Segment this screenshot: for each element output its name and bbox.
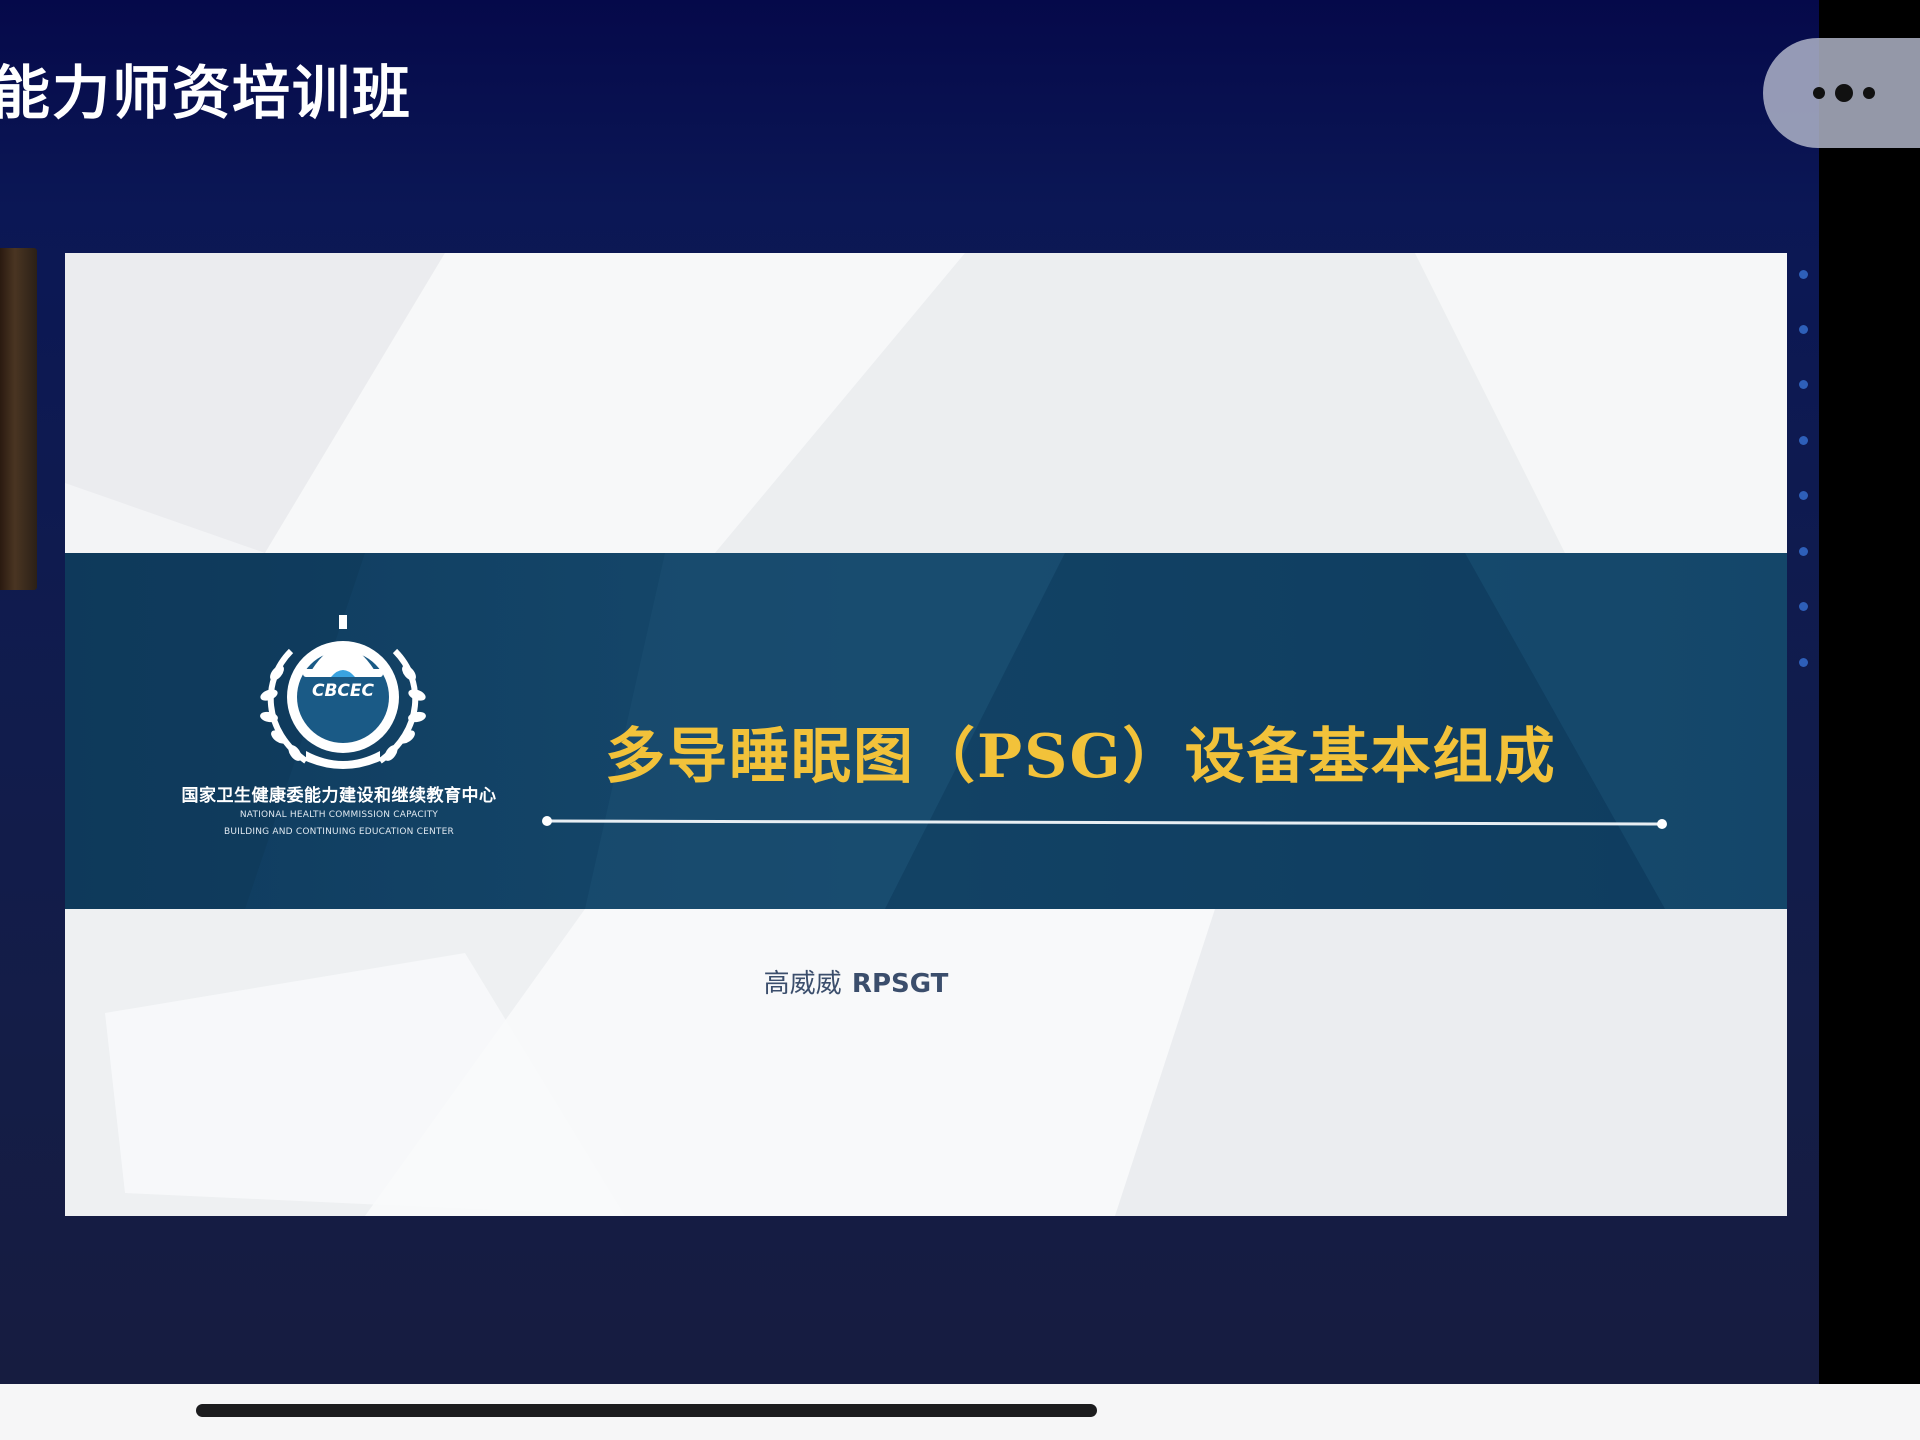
organization-name-en-line2: BUILDING AND CONTINUING EDUCATION CENTER [224,827,454,837]
organization-name-cn: 国家卫生健康委能力建设和继续教育中心 [181,786,497,806]
title-band: CBCEC 国家卫生健康委能力建设和继续教育中心 NATIONAL HEALTH… [65,553,1787,909]
organization-name-en-line1: NATIONAL HEALTH COMMISSION CAPACITY [239,810,439,820]
system-bottom-bar [0,1384,1920,1440]
meeting-stage: 能力师资培训班 CBCEC 国家卫生健康委能力建设和继续教育中心 NATIONA… [0,0,1819,1384]
presenter-name: 高威威 [763,969,842,999]
presenter-line: 高威威 RPSGT [65,963,1717,1000]
title-divider-line [542,816,1667,829]
slide-title: 多导睡眠图（PSG）设备基本组成 [605,722,1557,792]
ellipsis-icon [1813,84,1875,102]
cbcec-logo: CBCEC 国家卫生健康委能力建设和继续教育中心 NATIONAL HEALTH… [169,611,509,861]
presenter-credential: RPSGT [851,969,949,999]
page-indicator-dots [1797,270,1811,690]
logo-emblem-text: CBCEC [312,681,374,701]
right-black-strip [1819,0,1920,1384]
home-indicator[interactable] [196,1404,1097,1417]
course-title: 能力师资培训班 [0,59,413,127]
more-options-button[interactable] [1763,38,1920,148]
participant-video-thumbnail[interactable] [0,248,37,590]
shared-slide: CBCEC 国家卫生健康委能力建设和继续教育中心 NATIONAL HEALTH… [65,253,1787,1216]
